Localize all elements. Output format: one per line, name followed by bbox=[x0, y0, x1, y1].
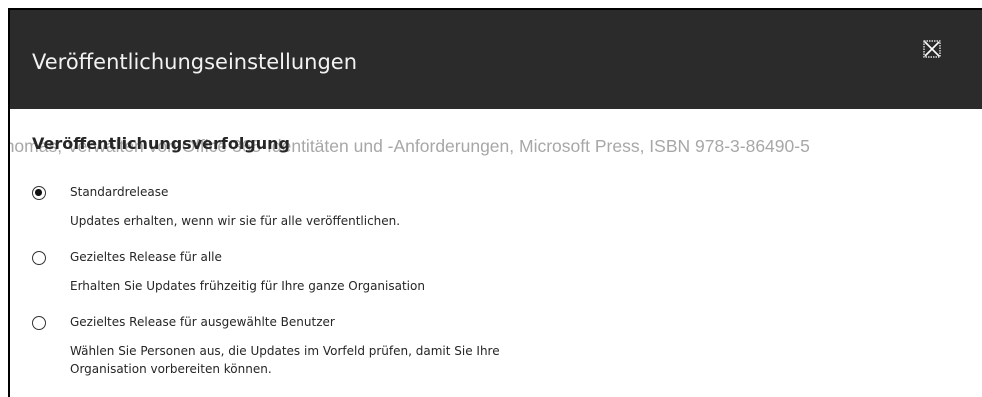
option-label[interactable]: Gezieltes Release für ausgewählte Benutz… bbox=[70, 315, 335, 329]
radio-targeted-release-selected[interactable] bbox=[32, 316, 46, 330]
panel-header: Veröffentlichungseinstellungen bbox=[10, 10, 982, 109]
option-label[interactable]: Standardrelease bbox=[70, 185, 168, 199]
panel-title: Veröffentlichungseinstellungen bbox=[32, 50, 358, 74]
panel-content: Thomas, Verwalten von Office 365-Identit… bbox=[10, 109, 982, 397]
description-line: Erhalten Sie Updates frühzeitig für Ihre… bbox=[70, 279, 425, 293]
settings-panel: Veröffentlichungseinstellungen Thomas, V… bbox=[8, 8, 982, 397]
description-line: Organisation vorbereiten können. bbox=[70, 362, 272, 376]
description-line: Updates erhalten, wenn wir sie für alle … bbox=[70, 214, 401, 228]
radio-targeted-release-all[interactable] bbox=[32, 251, 46, 265]
option-description: Erhalten Sie Updates frühzeitig für Ihre… bbox=[70, 277, 425, 295]
radio-standard-release[interactable] bbox=[32, 186, 46, 200]
option-description: Updates erhalten, wenn wir sie für alle … bbox=[70, 212, 400, 230]
section-heading: Veröffentlichungsverfolgung bbox=[32, 134, 290, 153]
option-description: Wählen Sie Personen aus, die Updates im … bbox=[70, 342, 500, 378]
description-line: Wählen Sie Personen aus, die Updates im … bbox=[70, 344, 500, 358]
close-x-icon bbox=[923, 40, 941, 58]
close-button[interactable] bbox=[922, 39, 942, 59]
option-label[interactable]: Gezieltes Release für alle bbox=[70, 250, 222, 264]
